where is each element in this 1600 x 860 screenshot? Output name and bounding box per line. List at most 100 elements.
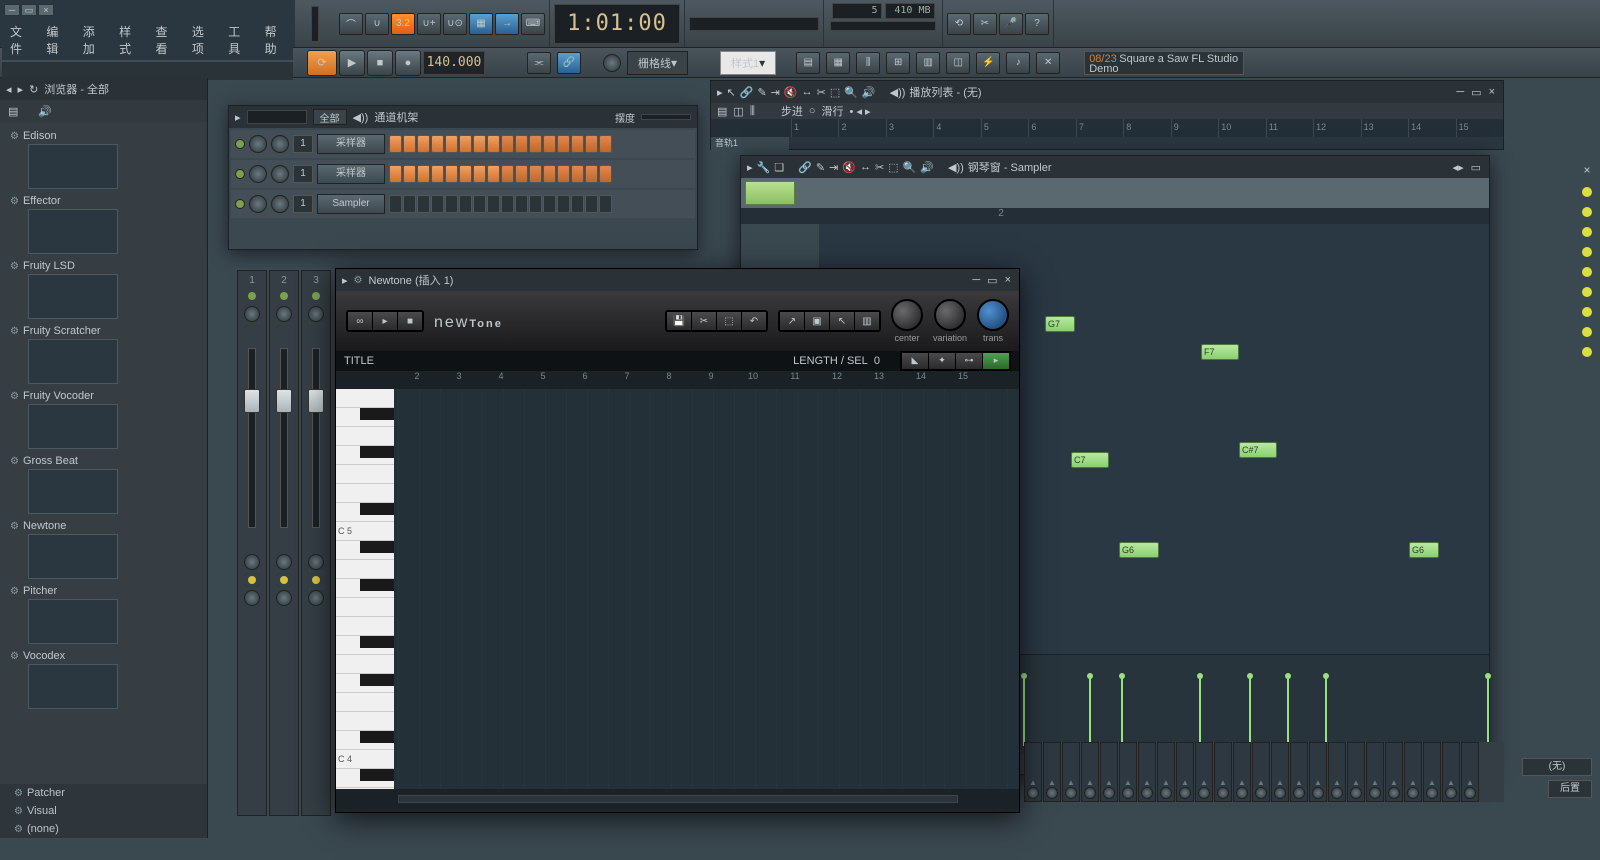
pr-tool-play-icon[interactable]: 🔊 bbox=[920, 161, 934, 174]
view-channels-icon[interactable]: ⫼ bbox=[856, 52, 880, 74]
tool-loop-icon[interactable]: ∪ bbox=[365, 13, 389, 35]
pr-tool-link-icon[interactable]: 🔗 bbox=[798, 161, 812, 174]
menu-查看[interactable]: 查看 bbox=[148, 20, 184, 60]
window-min-icon[interactable]: ─ bbox=[4, 4, 20, 16]
step-button[interactable] bbox=[403, 135, 416, 153]
step-button[interactable] bbox=[389, 135, 402, 153]
nt-piano-key[interactable] bbox=[336, 617, 394, 636]
browser-preview-icon[interactable] bbox=[38, 105, 52, 118]
step-button[interactable] bbox=[515, 165, 528, 183]
menu-样式[interactable]: 样式 bbox=[111, 20, 147, 60]
note[interactable]: C7 bbox=[1071, 452, 1109, 468]
step-button[interactable] bbox=[515, 135, 528, 153]
playlist-tool-select-icon[interactable]: ⬚ bbox=[830, 86, 840, 99]
track-led[interactable] bbox=[248, 292, 256, 300]
step-button[interactable] bbox=[417, 195, 430, 213]
mixer-track-3[interactable]: 3 bbox=[301, 270, 331, 816]
nt-piano-key[interactable] bbox=[336, 598, 394, 617]
cut-icon[interactable]: ✂ bbox=[973, 13, 997, 35]
pr-side-close-icon[interactable]: × bbox=[1583, 163, 1590, 177]
mix-insert-8[interactable]: ▲ bbox=[1176, 742, 1194, 802]
nt-tab-4[interactable]: ▸ bbox=[983, 353, 1009, 369]
channel-vol-knob[interactable] bbox=[271, 195, 289, 213]
velocity-bar[interactable] bbox=[1089, 676, 1091, 746]
step-button[interactable] bbox=[571, 165, 584, 183]
step-button[interactable] bbox=[585, 165, 598, 183]
playlist-close-icon[interactable]: × bbox=[1487, 86, 1497, 99]
menu-帮助[interactable]: 帮助 bbox=[257, 20, 293, 60]
pr-max-icon[interactable]: ▭ bbox=[1469, 161, 1483, 174]
pattern-song-toggle[interactable]: ⟳ bbox=[307, 50, 337, 76]
track-pan[interactable] bbox=[244, 306, 260, 322]
pr-tool-slice-icon[interactable]: ✂ bbox=[875, 161, 884, 174]
pr-tool-mute-icon[interactable]: 🔇 bbox=[842, 161, 856, 174]
pr-tool-slip-icon[interactable]: ↔ bbox=[860, 161, 871, 173]
mix-insert-11[interactable]: ▲ bbox=[1233, 742, 1251, 802]
step-button[interactable] bbox=[459, 195, 472, 213]
tool-countdown-icon[interactable]: ∪⊙ bbox=[443, 13, 467, 35]
note[interactable]: G6 bbox=[1409, 542, 1439, 558]
mix-insert-21[interactable]: ▲ bbox=[1423, 742, 1441, 802]
channel-name[interactable]: 采样器 bbox=[317, 134, 385, 154]
stop-button[interactable]: ■ bbox=[367, 50, 393, 76]
nt-tool2-icon[interactable]: ▣ bbox=[805, 312, 829, 330]
browser-thumb[interactable] bbox=[28, 469, 118, 514]
channel-led[interactable] bbox=[235, 169, 245, 179]
playlist-tool-play-icon[interactable]: 🔊 bbox=[862, 86, 876, 99]
velocity-bar[interactable] bbox=[1287, 676, 1289, 746]
browser-thumb[interactable] bbox=[28, 404, 118, 449]
browser-refresh-icon[interactable]: ↻ bbox=[29, 83, 38, 96]
mix-insert-16[interactable]: ▲ bbox=[1328, 742, 1346, 802]
nt-piano-key[interactable] bbox=[336, 389, 394, 408]
browser-item-Fruity Vocoder[interactable]: Fruity Vocoder bbox=[8, 388, 199, 404]
nt-play-button[interactable]: ▸ bbox=[373, 312, 397, 330]
browser-thumb[interactable] bbox=[28, 209, 118, 254]
tool-magnet-icon[interactable]: ⌒ bbox=[339, 13, 363, 35]
step-button[interactable] bbox=[487, 165, 500, 183]
view-pianoroll-icon[interactable]: ▦ bbox=[826, 52, 850, 74]
mix-insert-12[interactable]: ▲ bbox=[1252, 742, 1270, 802]
track-header[interactable]: 音轨1 bbox=[711, 137, 789, 151]
nt-stop-button[interactable]: ■ bbox=[398, 312, 422, 330]
playlist-tool-link-icon[interactable]: 🔗 bbox=[740, 86, 754, 99]
nt-piano-key[interactable] bbox=[336, 712, 394, 731]
menu-添加[interactable]: 添加 bbox=[75, 20, 111, 60]
pl-mode-step[interactable]: 步进 bbox=[781, 103, 803, 119]
nt-piano-key[interactable] bbox=[336, 674, 394, 693]
help-icon[interactable]: ? bbox=[1025, 13, 1049, 35]
tool-scroll-icon[interactable]: → bbox=[495, 13, 519, 35]
nt-piano-key[interactable] bbox=[336, 655, 394, 674]
nt-piano-key[interactable] bbox=[336, 636, 394, 655]
nt-knob-trans[interactable] bbox=[977, 299, 1009, 331]
nt-max-icon[interactable]: ▭ bbox=[985, 274, 999, 287]
browser-thumb[interactable] bbox=[28, 274, 118, 319]
track-fader[interactable] bbox=[280, 348, 288, 528]
channel-pan-knob[interactable] bbox=[249, 165, 267, 183]
browser-thumb[interactable] bbox=[28, 534, 118, 579]
nt-piano-key[interactable] bbox=[336, 503, 394, 522]
nt-piano-key[interactable] bbox=[336, 541, 394, 560]
step-button[interactable] bbox=[543, 195, 556, 213]
step-button[interactable] bbox=[585, 195, 598, 213]
mix-insert-20[interactable]: ▲ bbox=[1404, 742, 1422, 802]
mix-insert-18[interactable]: ▲ bbox=[1366, 742, 1384, 802]
nt-tab-2[interactable]: ✦ bbox=[929, 353, 955, 369]
step-button[interactable] bbox=[403, 165, 416, 183]
nt-piano-key[interactable] bbox=[336, 693, 394, 712]
live-mode-icon[interactable]: 🔗 bbox=[557, 52, 581, 74]
nt-piano-key[interactable] bbox=[336, 484, 394, 503]
step-button[interactable] bbox=[431, 165, 444, 183]
pr-min-icon[interactable]: ◂▸ bbox=[1451, 161, 1466, 174]
window-restore-icon[interactable]: ▭ bbox=[21, 4, 37, 16]
pr-tool-select-icon[interactable]: ⬚ bbox=[888, 161, 898, 174]
step-button[interactable] bbox=[557, 165, 570, 183]
mix-insert-22[interactable]: ▲ bbox=[1442, 742, 1460, 802]
step-button[interactable] bbox=[445, 195, 458, 213]
nt-piano-key[interactable] bbox=[336, 446, 394, 465]
nt-piano-key[interactable]: C 4 bbox=[336, 750, 394, 769]
nt-piano-key[interactable] bbox=[336, 731, 394, 750]
close-windows-icon[interactable]: ✕ bbox=[1036, 52, 1060, 74]
browser-item-Gross Beat[interactable]: Gross Beat bbox=[8, 453, 199, 469]
nt-min-icon[interactable]: ─ bbox=[970, 274, 982, 287]
step-button[interactable] bbox=[557, 135, 570, 153]
